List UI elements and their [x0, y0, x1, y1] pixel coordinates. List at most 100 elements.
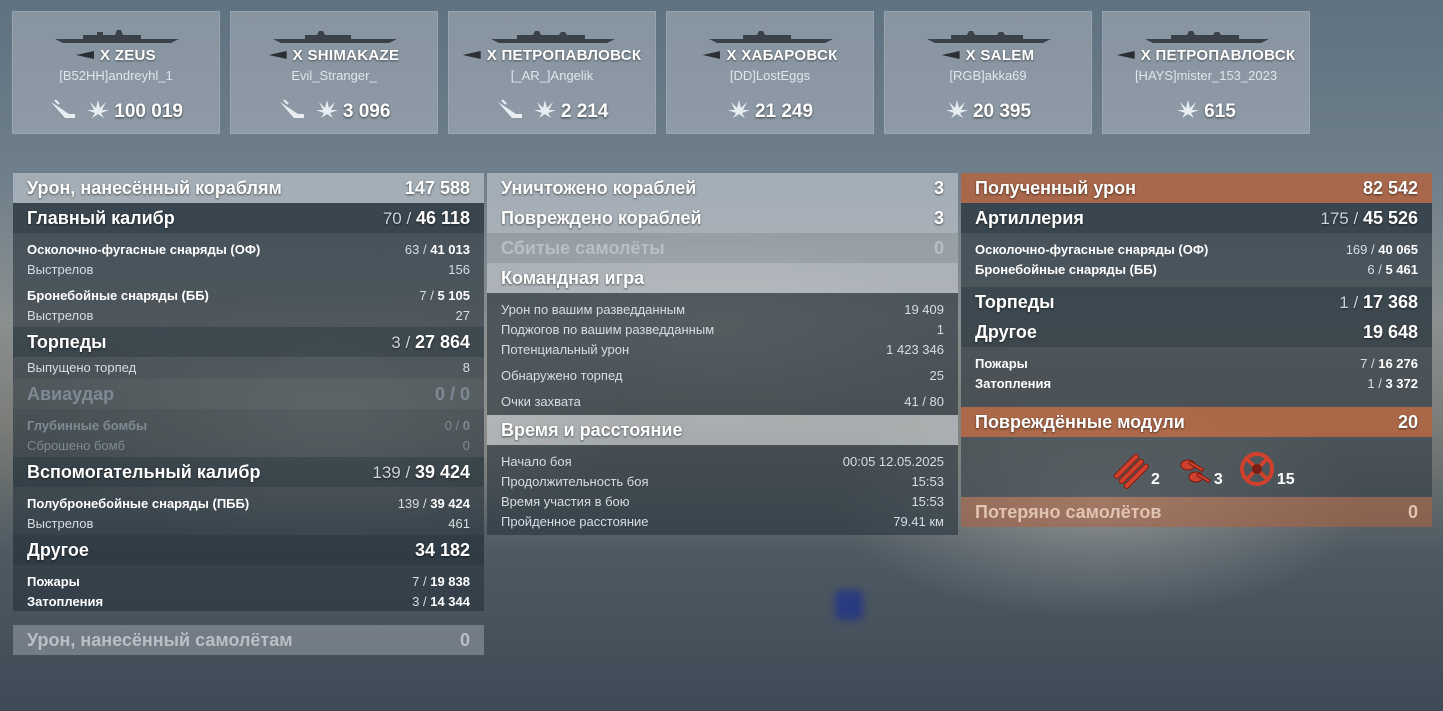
battle-start-label: Начало боя [501, 453, 572, 469]
module-count: 2 [1151, 471, 1160, 488]
team-play-label: Командная игра [501, 267, 645, 288]
player-name: [RGB]akka69 [949, 68, 1027, 83]
recv-floods-count: 1 [1367, 375, 1375, 391]
recv-torpedoes-row[interactable]: Торпеды 1 / 17 368 [961, 287, 1432, 317]
ship-name: X SHIMAKAZE [292, 47, 400, 64]
recv-torpedoes-label: Торпеды [975, 291, 1055, 312]
ship-card[interactable]: X ХАБАРОВСК [DD]LostEggs 21 249 [666, 11, 874, 134]
ship-card[interactable]: X ПЕТРОПАВЛОВСК [_AR_]Angelik 2 214 [448, 11, 656, 134]
ship-silhouette-icon [1145, 31, 1269, 43]
battle-start-value: 00:05 12.05.2025 [842, 453, 944, 469]
recv-torpedoes-damage: 17 368 [1362, 291, 1418, 312]
destroyed-row[interactable]: Уничтожено кораблей 3 [487, 173, 958, 203]
ap-hits: 7 [419, 287, 427, 303]
ap-damage: 5 105 [437, 287, 470, 303]
battle-duration-label: Продолжительность боя [501, 473, 649, 489]
secondary-row[interactable]: Вспомогательный калибр 139 / 39 424 [13, 457, 484, 487]
recv-ap-hits: 6 [1367, 261, 1375, 277]
recv-fires-damage: 16 276 [1378, 355, 1418, 371]
floods-count: 3 [412, 593, 420, 609]
sap-shots-value: 461 [448, 515, 470, 531]
recv-floods-row: Затопления 1 / 3 372 [961, 373, 1432, 393]
ap-shots-label: Выстрелов [27, 307, 94, 323]
destroyer-class-icon [268, 51, 287, 59]
damage-dealt-header[interactable]: Урон, нанесённый кораблям 147 588 [13, 173, 484, 203]
recv-other-row[interactable]: Другое 19 648 [961, 317, 1432, 347]
torpedo-tube-icon [1113, 453, 1150, 489]
torpedo-hit-icon [279, 99, 304, 118]
planes-shot-value: 0 [933, 237, 944, 258]
floods-label: Затопления [27, 593, 104, 609]
ship-damage-value: 3 096 [342, 101, 391, 122]
ship-card[interactable]: X SHIMAKAZE Evil_Stranger_ 3 096 [230, 11, 438, 134]
planes-lost-header[interactable]: Потеряно самолётов 0 [961, 497, 1432, 527]
recv-ap-damage: 5 461 [1385, 261, 1418, 277]
ship-card[interactable]: X SALEM [RGB]akka69 20 395 [884, 11, 1092, 134]
modules-value: 20 [1397, 411, 1418, 432]
torpedoes-spotted-value: 25 [929, 367, 944, 383]
main-caliber-label: Главный калибр [27, 207, 175, 228]
battle-start-row: Начало боя 00:05 12.05.2025 [487, 451, 958, 471]
ap-label: Бронебойные снаряды (ББ) [27, 287, 209, 303]
fires-label: Пожары [27, 573, 80, 589]
recv-fires-row: Пожары 7 / 16 276 [961, 353, 1432, 373]
time-distance-header[interactable]: Время и расстояние [487, 415, 958, 445]
ap-row: Бронебойные снаряды (ББ) 7 / 5 105 [13, 285, 484, 305]
sap-row: Полубронебойные снаряды (ПББ) 139 / 39 4… [13, 493, 484, 513]
torp-launched-value: 8 [462, 359, 470, 375]
modules-header[interactable]: Повреждённые модули 20 [961, 407, 1432, 437]
ship-card[interactable]: X ZEUS [B52HH]andreyhl_1 100 019 [12, 11, 220, 134]
planes-shot-row[interactable]: Сбитые самолёты 0 [487, 233, 958, 263]
potential-damage-label: Потенциальный урон [501, 341, 630, 357]
main-caliber-row[interactable]: Главный калибр 70 / 46 118 [13, 203, 484, 233]
module-item: 15 [1237, 449, 1295, 489]
he-row: Осколочно-фугасные снаряды (ОФ) 63 / 41 … [13, 239, 484, 259]
ship-name: X ПЕТРОПАВЛОВСК [1140, 47, 1296, 64]
ship-name: X ПЕТРОПАВЛОВСК [486, 47, 642, 64]
received-header[interactable]: Полученный урон 82 542 [961, 173, 1432, 203]
modules-icons-row: 2 3 15 [961, 437, 1432, 497]
sap-label: Полубронебойные снаряды (ПББ) [27, 495, 250, 511]
damaged-row[interactable]: Повреждено кораблей 3 [487, 203, 958, 233]
depth-charges-row: Глубинные бомбы 0 / 0 [13, 415, 484, 435]
floods-damage: 14 344 [430, 593, 470, 609]
torpedoes-spotted-label: Обнаружено торпед [501, 367, 623, 383]
spotting-damage-icon [1177, 100, 1200, 118]
team-play-header[interactable]: Командная игра [487, 263, 958, 293]
ship-silhouette-icon [709, 31, 833, 43]
ship-name: X ХАБАРОВСК [726, 47, 838, 64]
planes-damage-header[interactable]: Урон, нанесённый самолётам 0 [13, 625, 484, 655]
other-damage: 34 182 [414, 539, 470, 560]
spotting-damage-icon [533, 100, 556, 118]
torpedoes-damage: 27 864 [414, 331, 470, 352]
other-row[interactable]: Другое 34 182 [13, 535, 484, 565]
he-shots-value: 156 [448, 261, 470, 277]
torpedoes-spotted-row: Обнаружено торпед 25 [487, 365, 958, 385]
modules-label: Повреждённые модули [975, 411, 1185, 432]
torpedoes-row[interactable]: Торпеды 3 / 27 864 [13, 327, 484, 357]
time-distance-label: Время и расстояние [501, 419, 683, 440]
recv-fires-label: Пожары [975, 355, 1028, 371]
damage-dealt-value: 147 588 [404, 177, 470, 198]
artillery-row[interactable]: Артиллерия 175 / 45 526 [961, 203, 1432, 233]
player-name: Evil_Stranger_ [291, 68, 377, 83]
ship-name: X SALEM [965, 47, 1035, 64]
spot-fires-label: Поджогов по вашим разведданным [501, 321, 715, 337]
spotting-damage-icon [87, 100, 110, 118]
recv-ap-label: Бронебойные снаряды (ББ) [975, 261, 1157, 277]
planes-lost-value: 0 [1407, 501, 1418, 522]
airstrike-row[interactable]: Авиаудар 0 / 0 [13, 379, 484, 409]
recv-floods-damage: 3 372 [1385, 375, 1418, 391]
spotting-damage-icon [315, 100, 338, 118]
depth-charges-damage: 0 [462, 417, 470, 433]
damage-dealt-panel: Урон, нанесённый кораблям 147 588 Главны… [13, 173, 484, 655]
fires-count: 7 [412, 573, 420, 589]
ship-card[interactable]: X ПЕТРОПАВЛОВСК [HAYS]mister_153_2023 61… [1102, 11, 1310, 134]
ship-silhouette-icon [927, 31, 1051, 43]
received-label: Полученный урон [975, 177, 1136, 198]
module-item: 3 [1174, 453, 1223, 489]
he-hits: 63 [404, 241, 420, 257]
participation-label: Время участия в бою [501, 493, 630, 509]
planes-shot-label: Сбитые самолёты [501, 237, 665, 258]
spot-fires-row: Поджогов по вашим разведданным 1 [487, 319, 958, 339]
